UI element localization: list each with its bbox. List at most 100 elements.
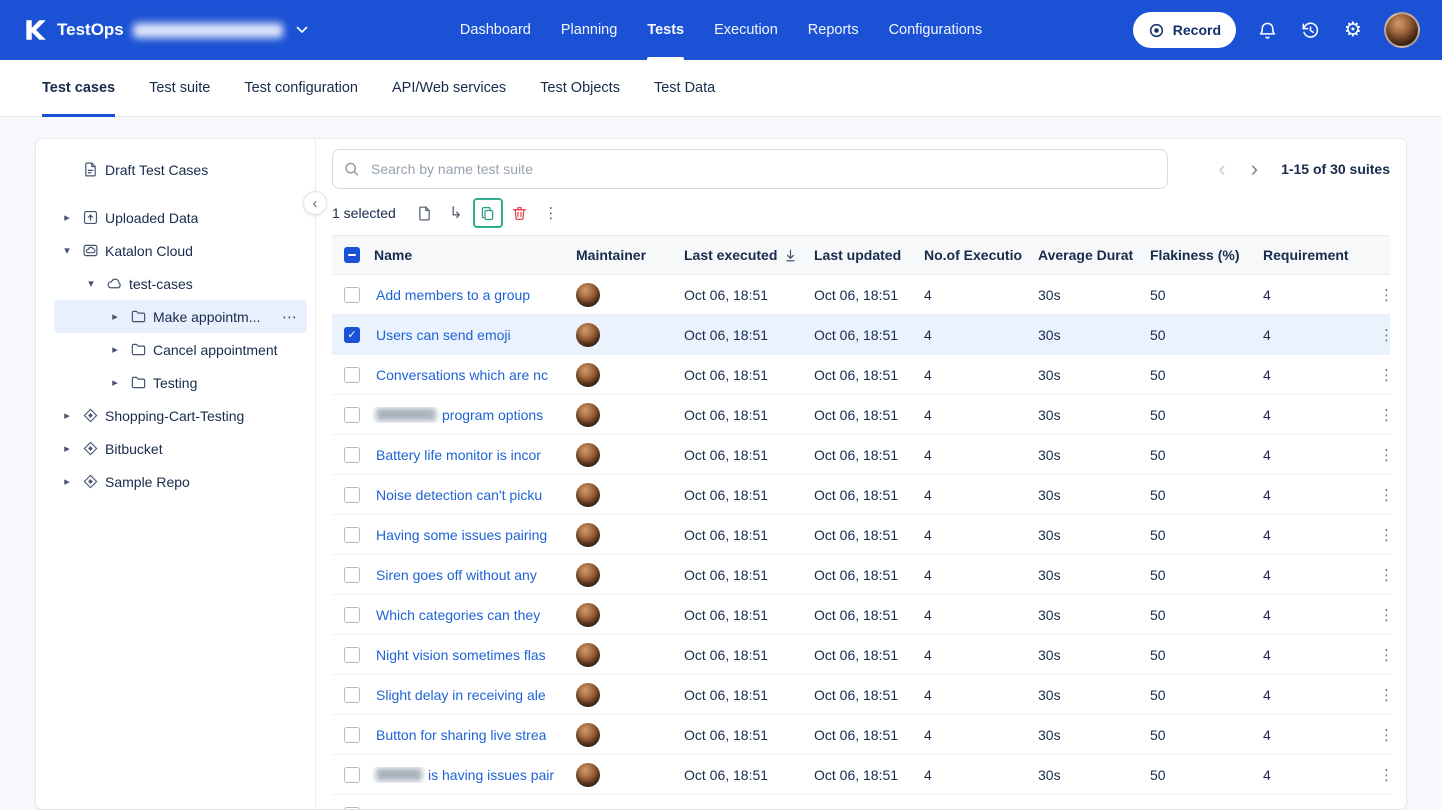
sort-descending-icon[interactable] [783,248,798,263]
delete-icon[interactable] [506,199,534,227]
tree-item-shopping-cart-testing[interactable]: ▸Shopping-Cart-Testing [54,399,307,432]
column-header-last-executed[interactable]: Last executed [682,247,812,263]
column-header-name[interactable]: Name [372,247,574,263]
nav-item-configurations[interactable]: Configurations [889,0,983,60]
row-checkbox[interactable] [344,527,360,543]
copy-button[interactable] [473,198,503,228]
column-header-requirement[interactable]: Requirement [1261,247,1379,263]
test-case-link[interactable]: Having some issues pairing [376,527,547,543]
row-actions-kebab-icon[interactable]: ⋮ [1379,646,1394,664]
test-case-link[interactable]: Noise detection can't picku [376,487,542,503]
row-checkbox[interactable] [344,487,360,503]
test-case-link[interactable]: Button for sharing live strea [376,727,546,743]
chevron-collapsed-icon[interactable]: ▸ [56,211,78,224]
tab-test-data[interactable]: Test Data [654,60,715,117]
row-actions-kebab-icon[interactable]: ⋮ [1379,726,1394,744]
test-case-link[interactable]: Users can send emoji [376,327,511,343]
nav-item-planning[interactable]: Planning [561,0,617,60]
collapse-sidebar-button[interactable]: ‹ [303,191,327,215]
tree-item-make-appointm[interactable]: ▸Make appointm...⋯ [54,300,307,333]
row-actions-kebab-icon[interactable]: ⋮ [1379,406,1394,424]
tree-item-sample-repo[interactable]: ▸Sample Repo [54,465,307,498]
chevron-collapsed-icon[interactable]: ▸ [104,310,126,323]
test-case-link[interactable]: Conversations which are nc [376,367,548,383]
tab-test-configuration[interactable]: Test configuration [244,60,358,117]
row-checkbox[interactable] [344,327,360,343]
search-input[interactable] [332,149,1168,189]
chevron-collapsed-icon[interactable]: ▸ [56,475,78,488]
move-icon[interactable]: ↳ [442,199,470,227]
row-actions-kebab-icon[interactable]: ⋮ [1379,366,1394,384]
select-all-checkbox[interactable] [344,247,360,263]
chevron-down-icon[interactable] [296,26,308,34]
row-checkbox[interactable] [344,767,360,783]
test-case-link[interactable]: program options [442,407,543,423]
column-header-last-updated[interactable]: Last updated [812,247,922,263]
chevron-collapsed-icon[interactable]: ▸ [104,376,126,389]
row-actions-kebab-icon[interactable]: ⋮ [1379,526,1394,544]
row-checkbox-cell [332,567,372,583]
next-page-button[interactable]: › [1249,158,1260,180]
chevron-collapsed-icon[interactable]: ▸ [104,343,126,356]
row-actions-kebab-icon[interactable]: ⋮ [1379,446,1394,464]
chevron-collapsed-icon[interactable]: ▸ [56,409,78,422]
nav-item-tests[interactable]: Tests [647,0,684,60]
prev-page-button[interactable]: ‹ [1216,158,1227,180]
tab-api-web-services[interactable]: API/Web services [392,60,506,117]
column-header-maintainer[interactable]: Maintainer [574,247,682,263]
tree-item-uploaded-data[interactable]: ▸Uploaded Data [54,201,307,234]
notifications-bell-icon[interactable] [1255,18,1279,42]
tab-test-suite[interactable]: Test suite [149,60,210,117]
row-actions-kebab-icon[interactable]: ⋮ [1379,766,1394,784]
row-checkbox[interactable] [344,447,360,463]
row-actions-kebab-icon[interactable]: ⋮ [1379,486,1394,504]
chevron-collapsed-icon[interactable]: ▸ [56,442,78,455]
row-checkbox[interactable] [344,687,360,703]
record-button[interactable]: Record [1133,12,1236,48]
row-checkbox[interactable] [344,367,360,383]
test-case-link[interactable]: Add members to a group [376,287,530,303]
column-header-flakiness[interactable]: Flakiness (%) [1148,247,1261,263]
nav-item-dashboard[interactable]: Dashboard [460,0,531,60]
row-checkbox-cell [332,727,372,743]
test-case-link[interactable]: Which categories can they [376,607,540,623]
more-actions-kebab-icon[interactable]: ⋮ [537,199,565,227]
brand[interactable]: TestOps [22,17,352,43]
test-case-link[interactable]: Night vision sometimes flas [376,647,546,663]
row-actions-kebab-icon[interactable]: ⋮ [1379,606,1394,624]
row-checkbox[interactable] [344,727,360,743]
row-checkbox[interactable] [344,567,360,583]
tab-test-cases[interactable]: Test cases [42,60,115,117]
tree-item-test-cases[interactable]: ▾test-cases [54,267,307,300]
row-checkbox[interactable] [344,647,360,663]
tree-item-cancel-appointment[interactable]: ▸Cancel appointment [54,333,307,366]
row-checkbox[interactable] [344,407,360,423]
settings-gear-icon[interactable]: ⚙ [1341,18,1365,42]
test-case-link[interactable]: Siren goes off without any [376,567,537,583]
row-checkbox[interactable] [344,607,360,623]
report-icon[interactable] [411,199,439,227]
row-actions-kebab-icon[interactable]: ⋮ [1379,686,1394,704]
chevron-expanded-icon[interactable]: ▾ [56,244,78,257]
row-actions-kebab-icon[interactable]: ⋮ [1379,566,1394,584]
test-case-link[interactable]: is having issues pair [428,767,554,783]
tree-item-draft-test-cases[interactable]: Draft Test Cases [54,153,307,186]
nav-item-reports[interactable]: Reports [808,0,859,60]
row-checkbox[interactable] [344,287,360,303]
tree-item-katalon-cloud[interactable]: ▾Katalon Cloud [54,234,307,267]
history-icon[interactable] [1298,18,1322,42]
tree-item-bitbucket[interactable]: ▸Bitbucket [54,432,307,465]
tab-test-objects[interactable]: Test Objects [540,60,620,117]
user-avatar[interactable] [1384,12,1420,48]
column-header-no-of-executio[interactable]: No.of Executio [922,247,1036,263]
chevron-expanded-icon[interactable]: ▾ [80,277,102,290]
row-actions-kebab-icon[interactable]: ⋮ [1379,326,1394,344]
row-actions-kebab-icon[interactable]: ⋮ [1379,286,1394,304]
test-case-link[interactable]: Battery life monitor is incor [376,447,541,463]
tree-item-testing[interactable]: ▸Testing [54,366,307,399]
row-checkbox[interactable] [344,807,360,809]
test-case-link[interactable]: Slight delay in receiving ale [376,687,546,703]
column-header-average-durat[interactable]: Average Durat [1036,247,1148,263]
more-actions-icon[interactable]: ⋯ [282,308,297,326]
nav-item-execution[interactable]: Execution [714,0,778,60]
